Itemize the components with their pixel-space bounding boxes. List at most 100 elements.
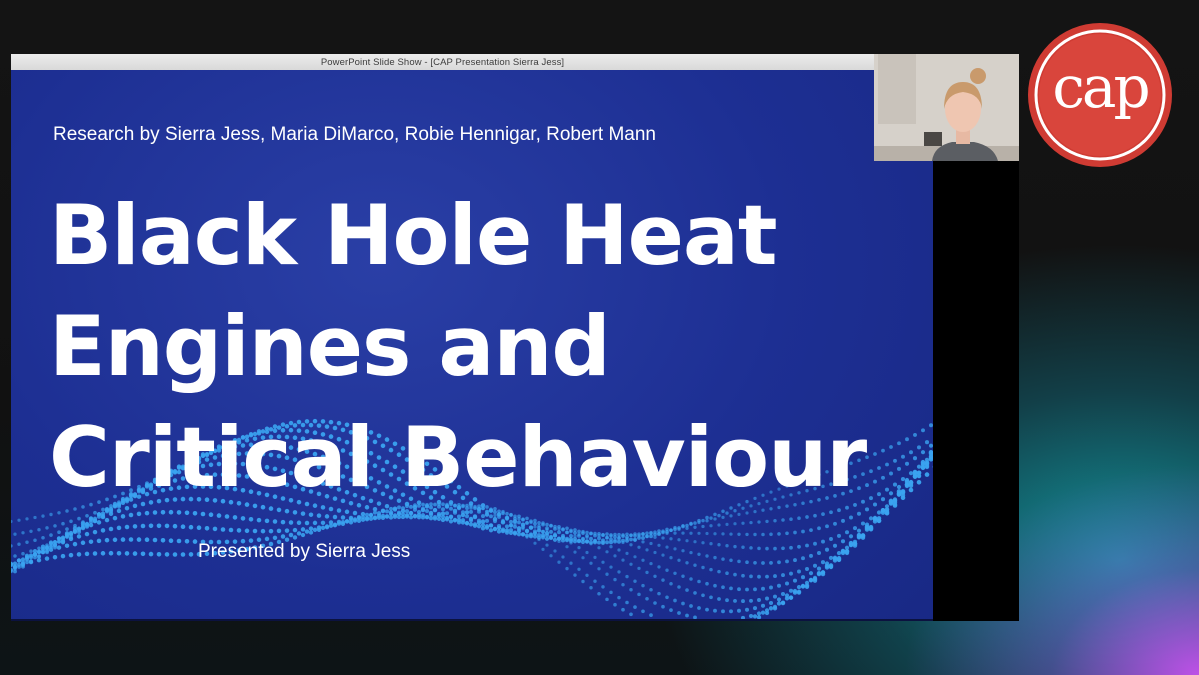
wave-dot [921,428,925,433]
wave-dot [92,551,98,556]
wave-dot [912,474,918,479]
wave-dot [436,516,442,522]
wave-dot [897,441,901,446]
wave-dot [585,550,589,555]
wave-dot [112,537,118,543]
wave-dot [520,532,526,537]
wave-dot [72,529,78,534]
wave-dot [541,529,545,534]
wave-dot [876,518,882,524]
wave-dot [673,598,677,603]
wave-dot [721,515,725,520]
wave-dot [621,607,625,612]
wave-dot [412,513,418,518]
wave-dot [717,597,721,601]
wave-dot [741,573,745,578]
wave-dot [873,452,877,456]
wave-dot [792,578,798,583]
slide[interactable]: Research by Sierra Jess, Maria DiMarco, … [11,70,933,620]
wave-dot [641,583,645,588]
wave-dot [649,531,653,536]
wave-dot [645,548,649,552]
wave-dot [665,531,669,535]
wave-dot [28,559,34,565]
wave-dot [240,516,246,521]
wave-dot [609,534,613,538]
wave-dot [913,432,917,437]
wave-dot [593,579,597,583]
wave-dot [573,573,577,577]
wave-dot [320,520,326,526]
wave-dot [488,523,494,528]
wave-dot [244,528,250,534]
wave-dot [717,569,721,574]
wave-dot [721,585,725,590]
wave-dot [677,538,681,542]
wave-dot [768,600,774,606]
wave-dot [29,549,33,553]
wave-dot [364,512,370,517]
wave-dot [725,522,729,526]
wave-dot [785,559,789,564]
wave-dot [777,560,781,565]
wave-dot [777,532,781,536]
wave-dot [424,515,430,520]
wave-dot [41,536,45,540]
wave-dot [833,521,837,526]
wave-dot [733,598,737,603]
wave-dot [100,551,106,556]
wave-dot [657,565,661,569]
wave-dot [541,547,545,551]
wave-dot [633,532,637,536]
wave-dot [896,466,902,471]
wave-dot [729,586,733,591]
wave-dot [900,495,906,501]
wave-dot [812,576,818,582]
wave-dot [609,565,613,569]
wave-dot [805,543,809,548]
cap-logo-text: cap [1052,53,1150,121]
wave-dot [892,498,898,503]
wave-dot [589,561,593,565]
wave-dot [13,532,17,536]
wave-dot [713,517,717,521]
wave-dot [549,529,553,534]
wave-dot [64,532,70,537]
wave-dot [629,537,633,542]
wave-dot [557,530,561,535]
wave-dot [521,517,525,521]
wave-dot [848,540,854,546]
wave-dot [509,519,513,524]
wave-dot [21,551,25,556]
wave-dot [613,532,617,537]
wave-dot [613,602,617,607]
wave-dot [741,599,745,604]
wave-dot [920,450,926,455]
wave-dot [744,607,750,612]
slide-authors: Research by Sierra Jess, Maria DiMarco, … [53,124,656,145]
wave-dot [60,535,66,540]
wave-dot [529,532,533,536]
wave-dot [869,469,873,474]
wave-dot [11,519,13,524]
wave-dot [593,555,597,559]
wave-dot [601,541,605,546]
wave-dot [876,510,882,515]
wave-dot [705,515,709,520]
wave-dot [757,574,761,579]
wave-dot [525,520,529,525]
wave-dot [384,514,390,519]
wave-dot [629,587,633,592]
wave-dot [757,520,761,524]
wave-dot [625,532,629,537]
wave-dot [924,472,930,477]
wave-dot [840,539,846,544]
wave-dot [37,527,41,532]
wave-dot [792,590,798,595]
wave-dot [609,537,613,542]
wave-dot [641,558,645,562]
wave-dot [124,551,130,556]
wave-dot [136,537,142,542]
wave-dot [300,527,306,532]
wave-dot [681,549,685,553]
